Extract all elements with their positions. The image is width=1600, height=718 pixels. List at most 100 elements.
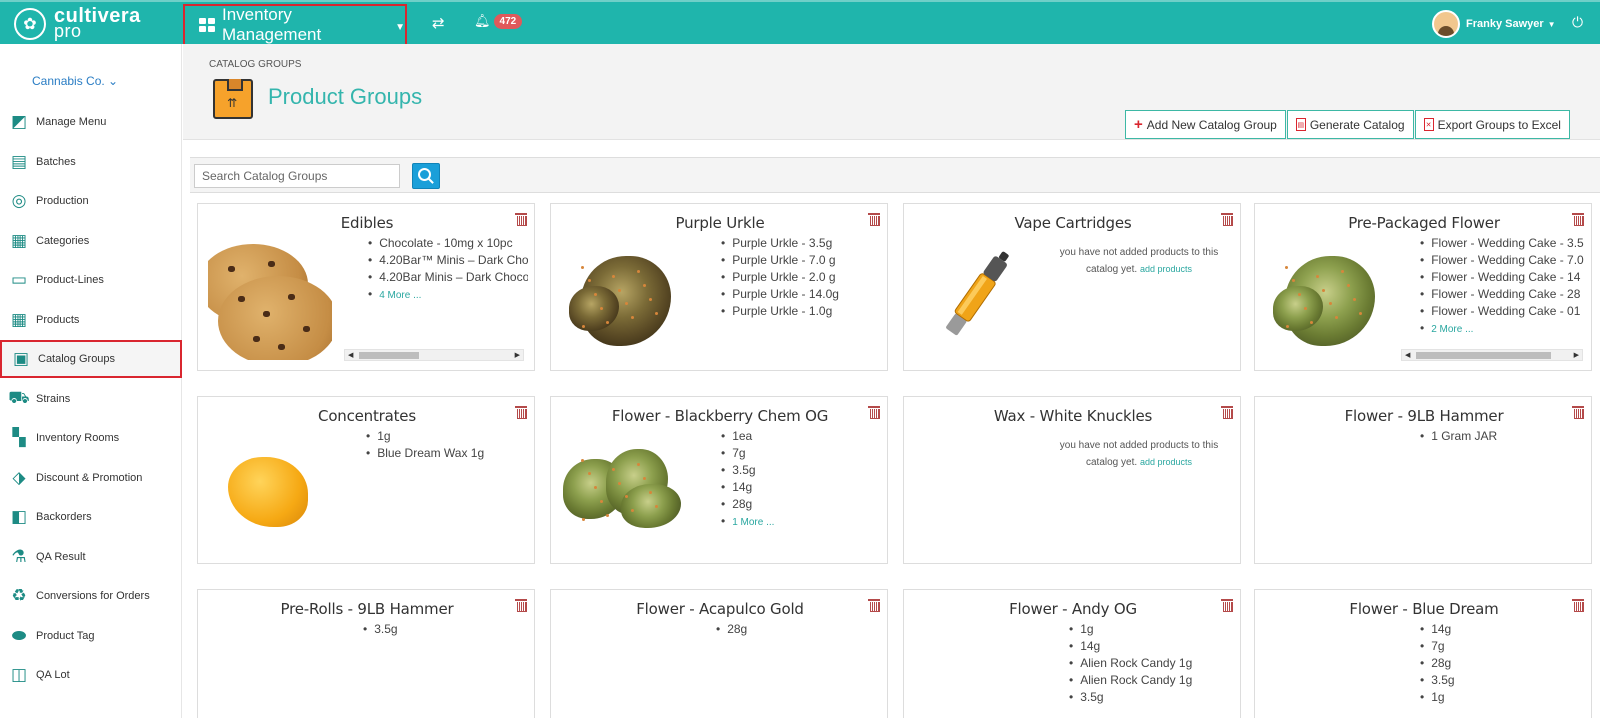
products-grid-icon: ▦	[10, 309, 28, 329]
empty-catalog-message: you have not added products to this cata…	[1059, 440, 1219, 468]
trash-icon[interactable]	[515, 213, 527, 226]
more-products-link[interactable]: 2 More ...	[1431, 324, 1473, 335]
scroll-thumb[interactable]	[1416, 352, 1551, 359]
logo[interactable]: ✿ cultivera pro	[14, 6, 141, 42]
scroll-left-icon[interactable]: ◀	[348, 351, 353, 359]
power-icon[interactable]: ⏻	[1572, 14, 1583, 31]
product-list: 1ea7g3.5g14g28g 1 More ...	[721, 428, 881, 531]
search-button[interactable]	[412, 163, 440, 189]
trash-icon[interactable]	[515, 406, 527, 419]
notifications-button[interactable]: 🔔︎ 472	[474, 13, 523, 29]
product-image-flower	[561, 429, 685, 553]
card-title[interactable]: Pre-Packaged Flower	[1255, 214, 1593, 232]
trash-icon[interactable]	[1572, 599, 1584, 612]
sidebar-item-label: Production	[36, 195, 89, 207]
scroll-right-icon[interactable]: ▶	[515, 351, 520, 359]
trash-icon[interactable]	[868, 599, 880, 612]
add-catalog-group-button[interactable]: + Add New Catalog Group	[1125, 110, 1286, 139]
catalog-group-card[interactable]: Flower - Acapulco Gold 28g	[550, 589, 888, 718]
product-image-vape-cartridge	[914, 236, 1038, 360]
list-item: 3.5g	[1069, 689, 1234, 706]
sidebar-item-backorders[interactable]: ◧ Backorders	[0, 498, 182, 536]
trash-icon[interactable]	[1221, 213, 1233, 226]
sidebar-item-catalog-groups[interactable]: ▣ Catalog Groups	[0, 340, 182, 378]
catalog-group-card[interactable]: Flower - Andy OG1g14gAlien Rock Candy 1g…	[903, 589, 1241, 718]
card-title[interactable]: Wax - White Knuckles	[904, 407, 1242, 425]
more-products-link[interactable]: 1 More ...	[732, 517, 774, 528]
list-item: Purple Urkle - 7.0 g	[721, 252, 881, 269]
sidebar-item-product-tag[interactable]: ⬬ Product Tag	[0, 617, 182, 655]
sidebar-item-production[interactable]: ◎ Production	[0, 182, 182, 220]
sidebar-item-discount-promotion[interactable]: ⬗ Discount & Promotion	[0, 459, 182, 497]
generate-catalog-button[interactable]: ▤ Generate Catalog	[1286, 110, 1414, 139]
sidebar-item-qa-lot[interactable]: ◫ QA Lot	[0, 656, 182, 694]
sidebar-item-inventory-rooms[interactable]: ▚ Inventory Rooms	[0, 419, 182, 457]
swap-icon[interactable]: ⇄	[432, 14, 445, 32]
catalog-group-card[interactable]: Purple UrklePurple Urkle - 3.5gPurple Ur…	[550, 203, 888, 371]
product-list: 28g	[716, 621, 881, 638]
catalog-group-card[interactable]: Pre-Rolls - 9LB Hammer 3.5g	[197, 589, 535, 718]
product-list: Chocolate - 10mg x 10pc4.20Bar™ Minis – …	[368, 235, 528, 304]
qa-lot-icon: ◫	[10, 665, 28, 684]
catalog-group-card[interactable]: Concentrates 1gBlue Dream Wax 1g	[197, 396, 535, 564]
more-products-link[interactable]: 4 More ...	[379, 290, 421, 301]
sidebar-item-strains[interactable]: ⛟ Strains	[0, 380, 182, 418]
list-item: Purple Urkle - 1.0g	[721, 303, 881, 320]
sidebar-item-conversions-for-orders[interactable]: ♻ Conversions for Orders	[0, 577, 182, 615]
card-title[interactable]: Flower - Blue Dream	[1255, 600, 1593, 618]
list-item: Flower - Wedding Cake - 01	[1420, 303, 1585, 320]
user-menu[interactable]: Franky Sawyer ▼	[1432, 10, 1556, 38]
module-switcher[interactable]: Inventory Management ▼	[183, 4, 407, 46]
trash-icon[interactable]	[1221, 406, 1233, 419]
sidebar-item-product-lines[interactable]: ▭ Product-Lines	[0, 261, 182, 299]
product-list: 14g7g28g3.5g1g	[1420, 621, 1585, 706]
horizontal-scrollbar[interactable]: ◀ ▶	[1401, 349, 1583, 361]
list-item: Flower - Wedding Cake - 14	[1420, 269, 1585, 286]
scroll-thumb[interactable]	[359, 352, 419, 359]
trash-icon[interactable]	[868, 406, 880, 419]
add-products-link[interactable]: add products	[1140, 264, 1192, 274]
catalog-group-card[interactable]: Vape Cartridges you have not added produc…	[903, 203, 1241, 371]
trash-icon[interactable]	[1221, 599, 1233, 612]
card-title[interactable]: Concentrates	[198, 407, 536, 425]
list-item: 1 Gram JAR	[1420, 428, 1585, 445]
list-item: 7g	[1420, 638, 1585, 655]
catalog-group-card[interactable]: Flower - Blue Dream 14g7g28g3.5g1g	[1254, 589, 1592, 718]
sidebar: Cannabis Co. ⌄ ◩ Manage Menu ▤ Batches ◎ Prod…	[0, 44, 182, 718]
card-title[interactable]: Flower - Andy OG	[904, 600, 1242, 618]
scroll-left-icon[interactable]: ◀	[1405, 351, 1410, 359]
sidebar-item-qa-result[interactable]: ⚗ QA Result	[0, 538, 182, 576]
card-title[interactable]: Edibles	[198, 214, 536, 232]
sidebar-item-manage-menu[interactable]: ◩ Manage Menu	[0, 103, 182, 141]
production-icon: ◎	[11, 191, 27, 210]
horizontal-scrollbar[interactable]: ◀ ▶	[344, 349, 524, 361]
catalog-group-card[interactable]: Wax - White Knuckles you have not added p…	[903, 396, 1241, 564]
card-title[interactable]: Flower - Blackberry Chem OG	[551, 407, 889, 425]
list-item: 4.20Bar™ Minis – Dark Cho	[368, 252, 528, 269]
sidebar-item-batches[interactable]: ▤ Batches	[0, 143, 182, 181]
add-products-link[interactable]: add products	[1140, 457, 1192, 467]
card-title[interactable]: Purple Urkle	[551, 214, 889, 232]
product-image-concentrate	[218, 447, 318, 537]
company-selector[interactable]: Cannabis Co. ⌄	[32, 74, 118, 88]
scroll-right-icon[interactable]: ▶	[1574, 351, 1579, 359]
trash-icon[interactable]	[515, 599, 527, 612]
catalog-group-card[interactable]: Flower - 9LB Hammer 1 Gram JAR	[1254, 396, 1592, 564]
product-lines-icon: ▭	[10, 270, 28, 289]
search-input[interactable]	[194, 164, 400, 188]
card-title[interactable]: Flower - 9LB Hammer	[1255, 407, 1593, 425]
export-excel-button[interactable]: ✕ Export Groups to Excel	[1414, 110, 1570, 139]
trash-icon[interactable]	[868, 213, 880, 226]
catalog-group-card[interactable]: Pre-Packaged Flower Flower - Wedding Cake…	[1254, 203, 1592, 371]
list-item: 2 More ...	[1420, 320, 1585, 338]
trash-icon[interactable]	[1572, 406, 1584, 419]
sidebar-item-categories[interactable]: ▦ Categories	[0, 222, 182, 260]
card-title[interactable]: Pre-Rolls - 9LB Hammer	[198, 600, 536, 618]
catalog-group-card[interactable]: Edibles Chocolate - 10mg x 10pc4.20Bar™ M…	[197, 203, 535, 371]
sidebar-item-products[interactable]: ▦ Products	[0, 301, 182, 339]
list-item: 1g	[1069, 621, 1234, 638]
catalog-group-card[interactable]: Flower - Blackberry Chem OG 1ea7g3.5g14g2…	[550, 396, 888, 564]
trash-icon[interactable]	[1572, 213, 1584, 226]
card-title[interactable]: Flower - Acapulco Gold	[551, 600, 889, 618]
card-title[interactable]: Vape Cartridges	[904, 214, 1242, 232]
